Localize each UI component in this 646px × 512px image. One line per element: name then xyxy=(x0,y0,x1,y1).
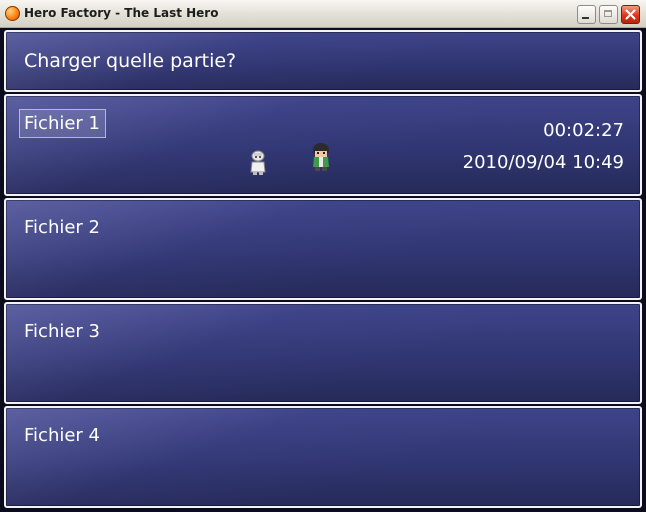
game-window: Hero Factory - The Last Hero Charger que… xyxy=(0,0,646,512)
save-slot-label: Fichier 4 xyxy=(24,425,100,446)
save-slot-3[interactable]: Fichier 3 xyxy=(4,302,642,404)
load-prompt-text: Charger quelle partie? xyxy=(24,50,237,72)
save-slot-label: Fichier 2 xyxy=(24,217,100,238)
dark-haired-hero-sprite xyxy=(313,143,329,171)
save-date: 2010/09/04 10:49 xyxy=(462,152,624,173)
play-time: 00:02:27 xyxy=(543,120,624,141)
title-bar[interactable]: Hero Factory - The Last Hero xyxy=(0,0,646,28)
white-robed-character-sprite xyxy=(250,150,266,175)
save-slot-label: Fichier 1 xyxy=(19,109,106,138)
save-slot-2[interactable]: Fichier 2 xyxy=(4,198,642,300)
maximize-button[interactable] xyxy=(599,5,618,24)
game-screen: Charger quelle partie? Fichier 1 00:02:2… xyxy=(0,28,646,512)
save-slot-4[interactable]: Fichier 4 xyxy=(4,406,642,508)
close-icon xyxy=(625,9,636,20)
close-button[interactable] xyxy=(621,5,640,24)
save-slot-1[interactable]: Fichier 1 00:02:27 2010/09/04 10:49 xyxy=(4,94,642,196)
load-prompt-panel: Charger quelle partie? xyxy=(4,30,642,92)
save-slot-label: Fichier 3 xyxy=(24,321,100,342)
app-orb-icon[interactable] xyxy=(5,6,20,21)
minimize-button[interactable] xyxy=(577,5,596,24)
window-title: Hero Factory - The Last Hero xyxy=(24,6,219,20)
